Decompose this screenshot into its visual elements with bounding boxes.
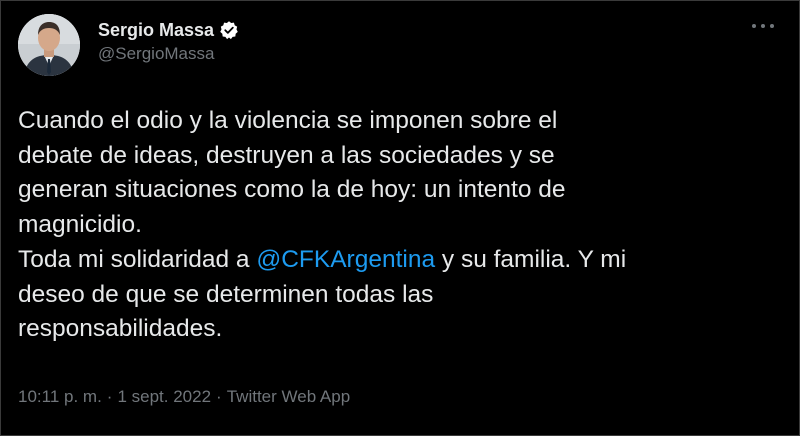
profile-photo-avatar-icon — [18, 14, 80, 76]
tweet-line: magnicidio. — [18, 211, 142, 239]
tweet-source[interactable]: Twitter Web App — [227, 387, 350, 406]
separator: · — [216, 387, 222, 406]
dot-icon — [752, 24, 756, 28]
separator: · — [106, 387, 113, 406]
tweet-line: debate de ideas, destruyen a las socieda… — [18, 141, 555, 169]
tweet-text-segment: y su familia. Y mi — [435, 245, 627, 273]
name-row: Sergio Massa — [98, 18, 239, 42]
tweet-header: Sergio Massa @SergioMassa — [18, 14, 239, 76]
author-info: Sergio Massa @SergioMassa — [98, 14, 239, 64]
display-name[interactable]: Sergio Massa — [98, 20, 214, 41]
tweet-date[interactable]: 1 sept. 2022 — [117, 387, 211, 406]
dot-icon — [770, 24, 774, 28]
avatar[interactable] — [18, 14, 80, 76]
more-options-icon[interactable] — [752, 19, 774, 33]
tweet-text: Cuando el odio y la violencia se imponen… — [18, 104, 778, 347]
dot-icon — [761, 24, 765, 28]
tweet-line-mention: Toda mi solidaridad a @CFKArgentina y su… — [18, 243, 778, 278]
mention-link[interactable]: @CFKArgentina — [256, 246, 435, 273]
tweet-line: deseo de que se determinen todas las — [18, 280, 434, 308]
tweet-line: responsabilidades. — [18, 315, 223, 343]
tweet-time[interactable]: 10:11 p. m. — [18, 387, 102, 406]
tweet-line: Cuando el odio y la violencia se imponen… — [18, 107, 558, 134]
tweet-card: Sergio Massa @SergioMassa Cuando el odio… — [0, 0, 800, 436]
tweet-line: generan situaciones como la de hoy: un i… — [18, 176, 566, 204]
tweet-text-segment: Toda mi solidaridad a — [18, 245, 257, 273]
verified-badge-icon — [219, 20, 239, 40]
tweet-metadata: 10:11 p. m. · 1 sept. 2022 · Twitter Web App — [18, 387, 350, 407]
author-handle[interactable]: @SergioMassa — [98, 44, 239, 64]
